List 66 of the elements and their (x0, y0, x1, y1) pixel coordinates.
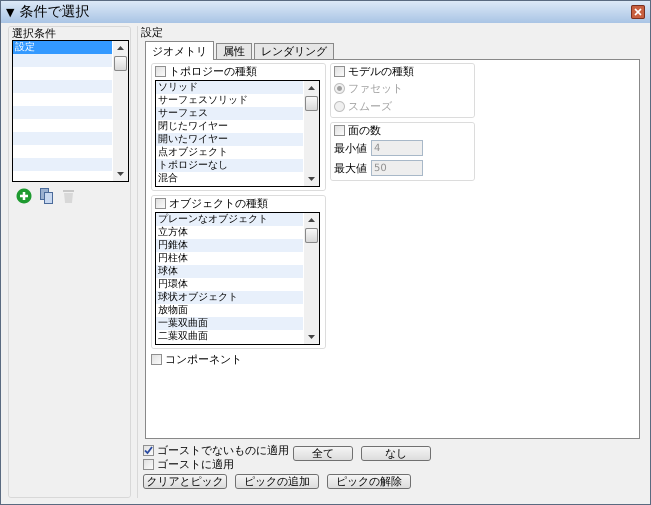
list-item[interactable]: 開いたワイヤー (156, 133, 303, 146)
list-item[interactable]: サーフェスソリッド (156, 94, 303, 107)
group-label: モデルの種類 (348, 65, 414, 78)
scrollbar[interactable] (303, 213, 319, 344)
list-item[interactable]: サーフェス (156, 107, 303, 120)
close-button[interactable] (631, 5, 645, 19)
list-item[interactable]: 円柱体 (156, 252, 303, 265)
section-label: 選択条件 (12, 27, 57, 40)
checkbox[interactable] (155, 66, 166, 77)
field-label: 最大値 (334, 162, 367, 174)
up-arrow-icon[interactable] (307, 84, 316, 93)
list-item[interactable]: ソリッド (156, 81, 303, 94)
checkbox[interactable] (143, 459, 154, 470)
radio-button[interactable] (334, 82, 345, 94)
collapse-glyph[interactable]: ▼ (6, 6, 14, 18)
pick-button[interactable]: ピックの解除 (327, 474, 411, 489)
select-button[interactable]: 全て (293, 446, 353, 461)
scrollbar[interactable] (303, 81, 319, 186)
list-item[interactable]: 円環体 (156, 278, 303, 291)
scrollbar[interactable] (112, 41, 128, 181)
tab[interactable]: ジオメトリ (145, 41, 214, 60)
section-label: 設定 (141, 26, 164, 39)
list-item[interactable]: 一葉双曲面 (156, 317, 303, 330)
copy-icon[interactable] (40, 188, 54, 204)
down-arrow-icon[interactable] (116, 169, 125, 178)
checkbox[interactable] (155, 198, 166, 209)
list-item[interactable]: 閉じたワイヤー (156, 120, 303, 133)
option-label: ファセット (348, 82, 403, 94)
list-item[interactable]: 点オブジェクト (156, 146, 303, 159)
select-button[interactable]: なし (361, 446, 431, 461)
add-icon[interactable] (16, 188, 32, 204)
group-label: 面の数 (348, 124, 381, 137)
list-item[interactable]: 立方体 (156, 226, 303, 239)
group-label: オブジェクトの種類 (169, 197, 268, 210)
list-item[interactable]: 球状オブジェクト (156, 291, 303, 304)
checkbox-label: コンポーネント (165, 353, 242, 366)
list-item[interactable]: トポロジーなし (156, 159, 303, 172)
radio-button[interactable] (334, 100, 345, 112)
scrollbar-thumb[interactable] (114, 56, 127, 71)
up-arrow-icon[interactable] (116, 44, 125, 53)
list-item[interactable]: 混合 (156, 172, 303, 185)
checkbox[interactable] (334, 125, 345, 136)
window-title: 条件で選択 (19, 3, 90, 21)
checkbox[interactable] (143, 445, 154, 456)
group-label: トポロジーの種類 (169, 65, 257, 78)
tab[interactable]: レンダリング (254, 43, 334, 60)
close-icon (634, 8, 642, 16)
checkbox[interactable] (334, 66, 345, 77)
list-item[interactable]: 二葉双曲面 (156, 330, 303, 343)
down-arrow-icon[interactable] (307, 332, 316, 341)
field-label: 最小値 (334, 142, 367, 154)
checkbox-label: ゴーストに適用 (157, 458, 234, 471)
checkbox[interactable] (151, 354, 162, 365)
pick-button[interactable]: クリアとピック (143, 474, 227, 489)
list-item[interactable]: 放物面 (156, 304, 303, 317)
scrollbar-thumb[interactable] (305, 228, 318, 243)
down-arrow-icon[interactable] (307, 174, 316, 183)
list-item[interactable]: 球体 (156, 265, 303, 278)
tab[interactable]: 属性 (216, 43, 252, 60)
scrollbar-thumb[interactable] (305, 96, 318, 111)
option-label: スムーズ (348, 100, 392, 112)
list-item[interactable]: プレーンなオブジェクト (156, 213, 303, 226)
pick-button[interactable]: ピックの追加 (235, 474, 319, 489)
list-item[interactable]: 円錐体 (156, 239, 303, 252)
up-arrow-icon[interactable] (307, 216, 316, 225)
checkbox-label: ゴーストでないものに適用 (157, 444, 289, 457)
